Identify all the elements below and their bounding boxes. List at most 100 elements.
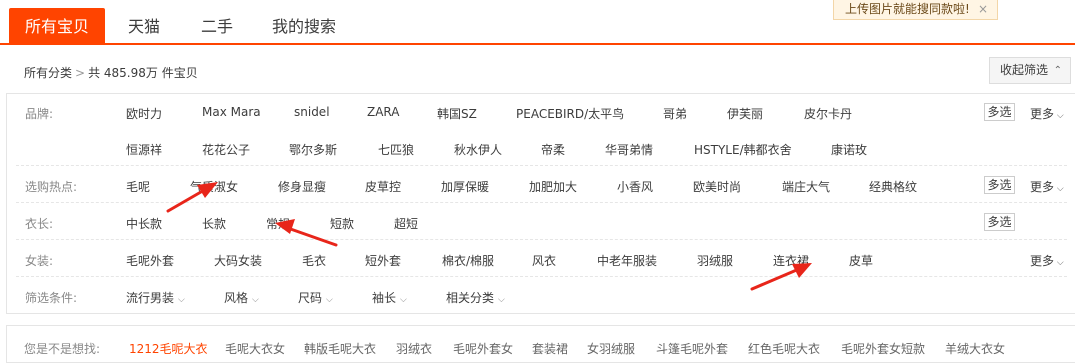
hot-item[interactable]: 气质淑女 [190, 178, 238, 195]
condition-dropdown[interactable]: 尺码 ⌵ [298, 289, 333, 306]
collapse-filter-label: 收起筛选 [1000, 63, 1049, 77]
suggestion-link[interactable]: 1212毛呢大衣 [129, 340, 208, 357]
brand-item[interactable]: Max Mara [202, 105, 261, 119]
condition-dropdown[interactable]: 流行男装 ⌵ [126, 289, 185, 306]
brand-item[interactable]: 韩国SZ [437, 105, 477, 122]
condition-dropdown[interactable]: 相关分类 ⌵ [446, 289, 505, 306]
women-item[interactable]: 毛呢外套 [126, 252, 174, 269]
brand-item[interactable]: 华哥弟情 [605, 141, 653, 158]
filter-row-conditions: 筛选条件: 流行男装 ⌵ 风格 ⌵ 尺码 ⌵ 袖长 ⌵ 相关分类 ⌵ [16, 277, 1067, 314]
close-icon[interactable]: × [978, 0, 988, 18]
suggestion-link[interactable]: 羽绒衣 [396, 340, 432, 357]
brand-more-button[interactable]: 更多 ⌵ [1030, 105, 1064, 122]
suggestion-link[interactable]: 套装裙 [532, 340, 568, 357]
women-item[interactable]: 短外套 [365, 252, 401, 269]
length-item[interactable]: 常规 [266, 215, 290, 232]
chevron-down-icon: ⌵ [1054, 258, 1064, 268]
chevron-down-icon: ⌵ [400, 295, 407, 305]
women-item[interactable]: 风衣 [532, 252, 556, 269]
chevron-down-icon: ⌵ [326, 295, 333, 305]
brand-item[interactable]: 康诺玫 [831, 141, 867, 158]
hot-item[interactable]: 加厚保暖 [441, 178, 489, 195]
suggestion-link[interactable]: 女羽绒服 [587, 340, 635, 357]
hot-item[interactable]: 加肥加大 [529, 178, 577, 195]
hot-item[interactable]: 毛呢 [126, 178, 150, 195]
suggestion-link[interactable]: 毛呢外套女 [453, 340, 513, 357]
brand-item[interactable]: 恒源祥 [126, 141, 162, 158]
women-item[interactable]: 皮草 [849, 252, 873, 269]
suggestion-link[interactable]: 羊绒大衣女 [945, 340, 1005, 357]
women-item[interactable]: 连衣裙 [773, 252, 809, 269]
tab-all-items[interactable]: 所有宝贝 [9, 8, 105, 45]
brand-item[interactable]: 伊芙丽 [727, 105, 763, 122]
filter-panel: 品牌: 欧时力 Max Mara snidel ZARA 韩国SZ PEACEB… [6, 93, 1075, 314]
length-item[interactable]: 中长款 [126, 215, 162, 232]
length-multi-select-button[interactable]: 多选 [984, 213, 1015, 231]
filter-label-conditions: 筛选条件: [25, 291, 78, 305]
tab-secondhand[interactable]: 二手 [201, 12, 233, 42]
brand-item[interactable]: 花花公子 [202, 141, 250, 158]
hot-item[interactable]: 端庄大气 [782, 178, 830, 195]
brand-item[interactable]: 哥弟 [663, 105, 687, 122]
chevron-down-icon: ⌵ [1054, 184, 1064, 194]
suggestion-link[interactable]: 韩版毛呢大衣 [304, 340, 376, 357]
brand-item[interactable]: snidel [294, 105, 330, 119]
hot-item[interactable]: 皮草控 [365, 178, 401, 195]
hot-item[interactable]: 修身显瘦 [278, 178, 326, 195]
chevron-right-icon: > [75, 66, 86, 80]
brand-item[interactable]: 七匹狼 [378, 141, 414, 158]
chevron-down-icon: ⌵ [178, 295, 185, 305]
filter-row-women: 女装: 毛呢外套 大码女装 毛衣 短外套 棉衣/棉服 风衣 中老年服装 羽绒服 … [16, 240, 1067, 277]
women-item[interactable]: 羽绒服 [697, 252, 733, 269]
hot-item[interactable]: 经典格纹 [869, 178, 917, 195]
result-count: 共 485.98万 件宝贝 [88, 66, 198, 80]
filter-label-length: 衣长: [25, 217, 54, 231]
brand-item[interactable]: ZARA [367, 105, 400, 119]
condition-dropdown-label: 袖长 [372, 291, 397, 305]
brand-item[interactable]: 秋水伊人 [454, 141, 502, 158]
hot-item[interactable]: 小香风 [617, 178, 653, 195]
length-item[interactable]: 超短 [394, 215, 418, 232]
chevron-down-icon: ⌵ [498, 295, 505, 305]
women-item[interactable]: 大码女装 [214, 252, 262, 269]
women-more-label: 更多 [1030, 254, 1055, 268]
suggestion-link[interactable]: 红色毛呢大衣 [748, 340, 820, 357]
collapse-filter-button[interactable]: 收起筛选 ⌃ [989, 57, 1071, 84]
condition-dropdown[interactable]: 风格 ⌵ [224, 289, 259, 306]
women-more-button[interactable]: 更多 ⌵ [1030, 252, 1064, 269]
condition-dropdown-label: 风格 [224, 291, 249, 305]
suggestion-link[interactable]: 毛呢外套女短款 [841, 340, 925, 357]
filter-row-hot: 选购热点: 毛呢 气质淑女 修身显瘦 皮草控 加厚保暖 加肥加大 小香风 欧美时… [16, 166, 1067, 203]
hot-more-label: 更多 [1030, 180, 1055, 194]
tab-my-search[interactable]: 我的搜索 [272, 12, 336, 42]
women-item[interactable]: 毛衣 [302, 252, 326, 269]
breadcrumb: 所有分类 > 共 485.98万 件宝贝 [24, 64, 198, 81]
hot-more-button[interactable]: 更多 ⌵ [1030, 178, 1064, 195]
brand-multi-select-button[interactable]: 多选 [984, 103, 1015, 121]
hot-multi-select-button[interactable]: 多选 [984, 176, 1015, 194]
women-item[interactable]: 棉衣/棉服 [442, 252, 494, 269]
brand-item[interactable]: 鄂尔多斯 [289, 141, 337, 158]
suggestion-link[interactable]: 毛呢大衣女 [225, 340, 285, 357]
brand-item[interactable]: PEACEBIRD/太平鸟 [516, 105, 624, 122]
chevron-down-icon: ⌵ [1054, 111, 1064, 121]
length-item[interactable]: 长款 [202, 215, 226, 232]
condition-dropdown[interactable]: 袖长 ⌵ [372, 289, 407, 306]
brand-more-label: 更多 [1030, 107, 1055, 121]
condition-dropdown-label: 相关分类 [446, 291, 495, 305]
brand-item[interactable]: HSTYLE/韩都衣舍 [694, 141, 792, 158]
brand-item[interactable]: 欧时力 [126, 105, 162, 122]
hot-item[interactable]: 欧美时尚 [693, 178, 741, 195]
suggestion-label: 您是不是想找: [24, 342, 101, 356]
brand-item[interactable]: 帝柔 [541, 141, 565, 158]
tab-tmall[interactable]: 天猫 [128, 12, 160, 42]
image-search-tip-text: 上传图片就能搜同款啦! [845, 2, 970, 16]
brand-item[interactable]: 皮尔卡丹 [804, 105, 852, 122]
suggestion-link[interactable]: 斗篷毛呢外套 [656, 340, 728, 357]
all-categories-link[interactable]: 所有分类 [24, 66, 72, 80]
women-item[interactable]: 中老年服装 [597, 252, 657, 269]
chevron-down-icon: ⌵ [252, 295, 259, 305]
length-item[interactable]: 短款 [330, 215, 354, 232]
filter-row-length: 衣长: 中长款 长款 常规 短款 超短 多选 [16, 203, 1067, 240]
filter-label-brand: 品牌: [25, 107, 54, 121]
